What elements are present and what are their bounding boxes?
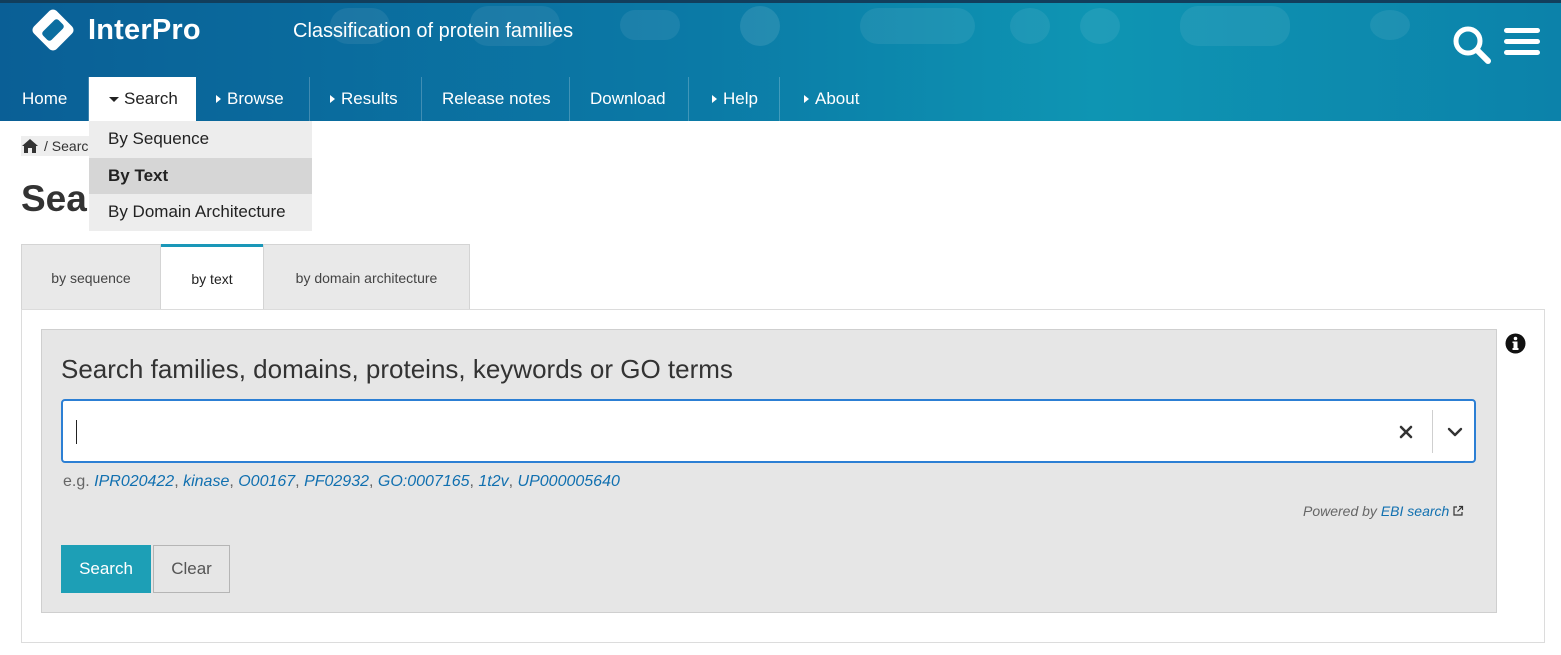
search-tabs: by sequence by text by domain architectu… <box>21 244 470 310</box>
breadcrumb: / Searc <box>21 136 93 156</box>
home-icon[interactable] <box>21 138 39 154</box>
example-link[interactable]: IPR020422 <box>94 473 174 490</box>
nav-download[interactable]: Download <box>570 77 689 121</box>
powered-by-prefix: Powered by <box>1303 503 1377 519</box>
main-nav: Home Search Browse Results Release notes… <box>0 77 880 121</box>
nav-about-label: About <box>815 89 860 108</box>
nav-release-notes-label: Release notes <box>442 89 551 108</box>
header-decoration <box>620 10 680 40</box>
header-decoration <box>740 6 780 46</box>
nav-browse-label: Browse <box>227 89 284 108</box>
search-button[interactable]: Search <box>61 545 151 593</box>
text-cursor <box>76 420 77 444</box>
nav-help-label: Help <box>723 89 758 108</box>
search-heading: Search families, domains, proteins, keyw… <box>61 354 733 384</box>
nav-home-label: Home <box>22 89 68 108</box>
hamburger-menu-icon[interactable] <box>1504 28 1540 58</box>
ebi-search-link[interactable]: EBI search <box>1381 503 1449 519</box>
dropdown-item-by-text[interactable]: By Text <box>89 157 312 194</box>
dropdown-item-by-domain-architecture[interactable]: By Domain Architecture <box>89 194 312 231</box>
example-link[interactable]: O00167 <box>238 473 295 490</box>
interpro-logo-icon <box>30 7 76 53</box>
tab-by-text[interactable]: by text <box>161 244 263 310</box>
header-search-icon[interactable] <box>1452 25 1492 65</box>
nav-search-label: Search <box>124 89 178 108</box>
chevron-down-icon[interactable] <box>1443 420 1467 444</box>
header-decoration <box>1370 10 1410 40</box>
tab-by-domain-architecture[interactable]: by domain architecture <box>263 244 470 310</box>
header-decoration <box>1180 6 1290 46</box>
tab-by-sequence[interactable]: by sequence <box>21 244 161 310</box>
logo[interactable]: InterPro <box>30 7 201 53</box>
caret-right-icon <box>712 95 717 103</box>
nav-help[interactable]: Help <box>689 77 780 121</box>
example-link[interactable]: kinase <box>183 473 229 490</box>
breadcrumb-current[interactable]: Searc <box>52 138 89 154</box>
header-decoration <box>860 8 975 44</box>
caret-right-icon <box>804 95 809 103</box>
search-dropdown-menu: By Sequence By Text By Domain Architectu… <box>89 121 312 231</box>
examples-prefix: e.g. <box>63 473 90 490</box>
example-link[interactable]: PF02932 <box>304 473 369 490</box>
powered-by: Powered by EBI search <box>1303 503 1464 519</box>
nav-browse[interactable]: Browse <box>196 77 310 121</box>
search-input[interactable] <box>61 399 1476 463</box>
dropdown-item-by-sequence[interactable]: By Sequence <box>89 121 312 158</box>
example-link[interactable]: GO:0007165 <box>378 473 470 490</box>
tagline: Classification of protein families <box>293 20 574 42</box>
nav-about[interactable]: About <box>780 77 880 121</box>
logo-text: InterPro <box>88 13 201 46</box>
clear-button[interactable]: Clear <box>153 545 230 593</box>
caret-right-icon <box>216 95 221 103</box>
input-separator <box>1432 410 1433 453</box>
nav-search[interactable]: Search <box>89 77 196 121</box>
info-icon[interactable] <box>1505 333 1526 354</box>
search-examples: e.g. IPR020422, kinase, O00167, PF02932,… <box>63 473 620 490</box>
nav-download-label: Download <box>590 89 666 108</box>
breadcrumb-separator: / <box>44 138 48 154</box>
example-link[interactable]: 1t2v <box>478 473 508 490</box>
caret-right-icon <box>330 95 335 103</box>
external-link-icon <box>1452 504 1464 516</box>
header-decoration <box>1010 8 1050 44</box>
clear-input-icon[interactable] <box>1394 420 1418 444</box>
caret-down-icon <box>109 96 119 102</box>
example-link[interactable]: UP000005640 <box>518 473 620 490</box>
nav-results-label: Results <box>341 89 398 108</box>
nav-results[interactable]: Results <box>310 77 422 121</box>
masthead: InterPro Classification of protein famil… <box>0 0 1561 121</box>
header-decoration <box>1080 8 1120 44</box>
nav-release-notes[interactable]: Release notes <box>422 77 570 121</box>
nav-home[interactable]: Home <box>0 77 89 121</box>
